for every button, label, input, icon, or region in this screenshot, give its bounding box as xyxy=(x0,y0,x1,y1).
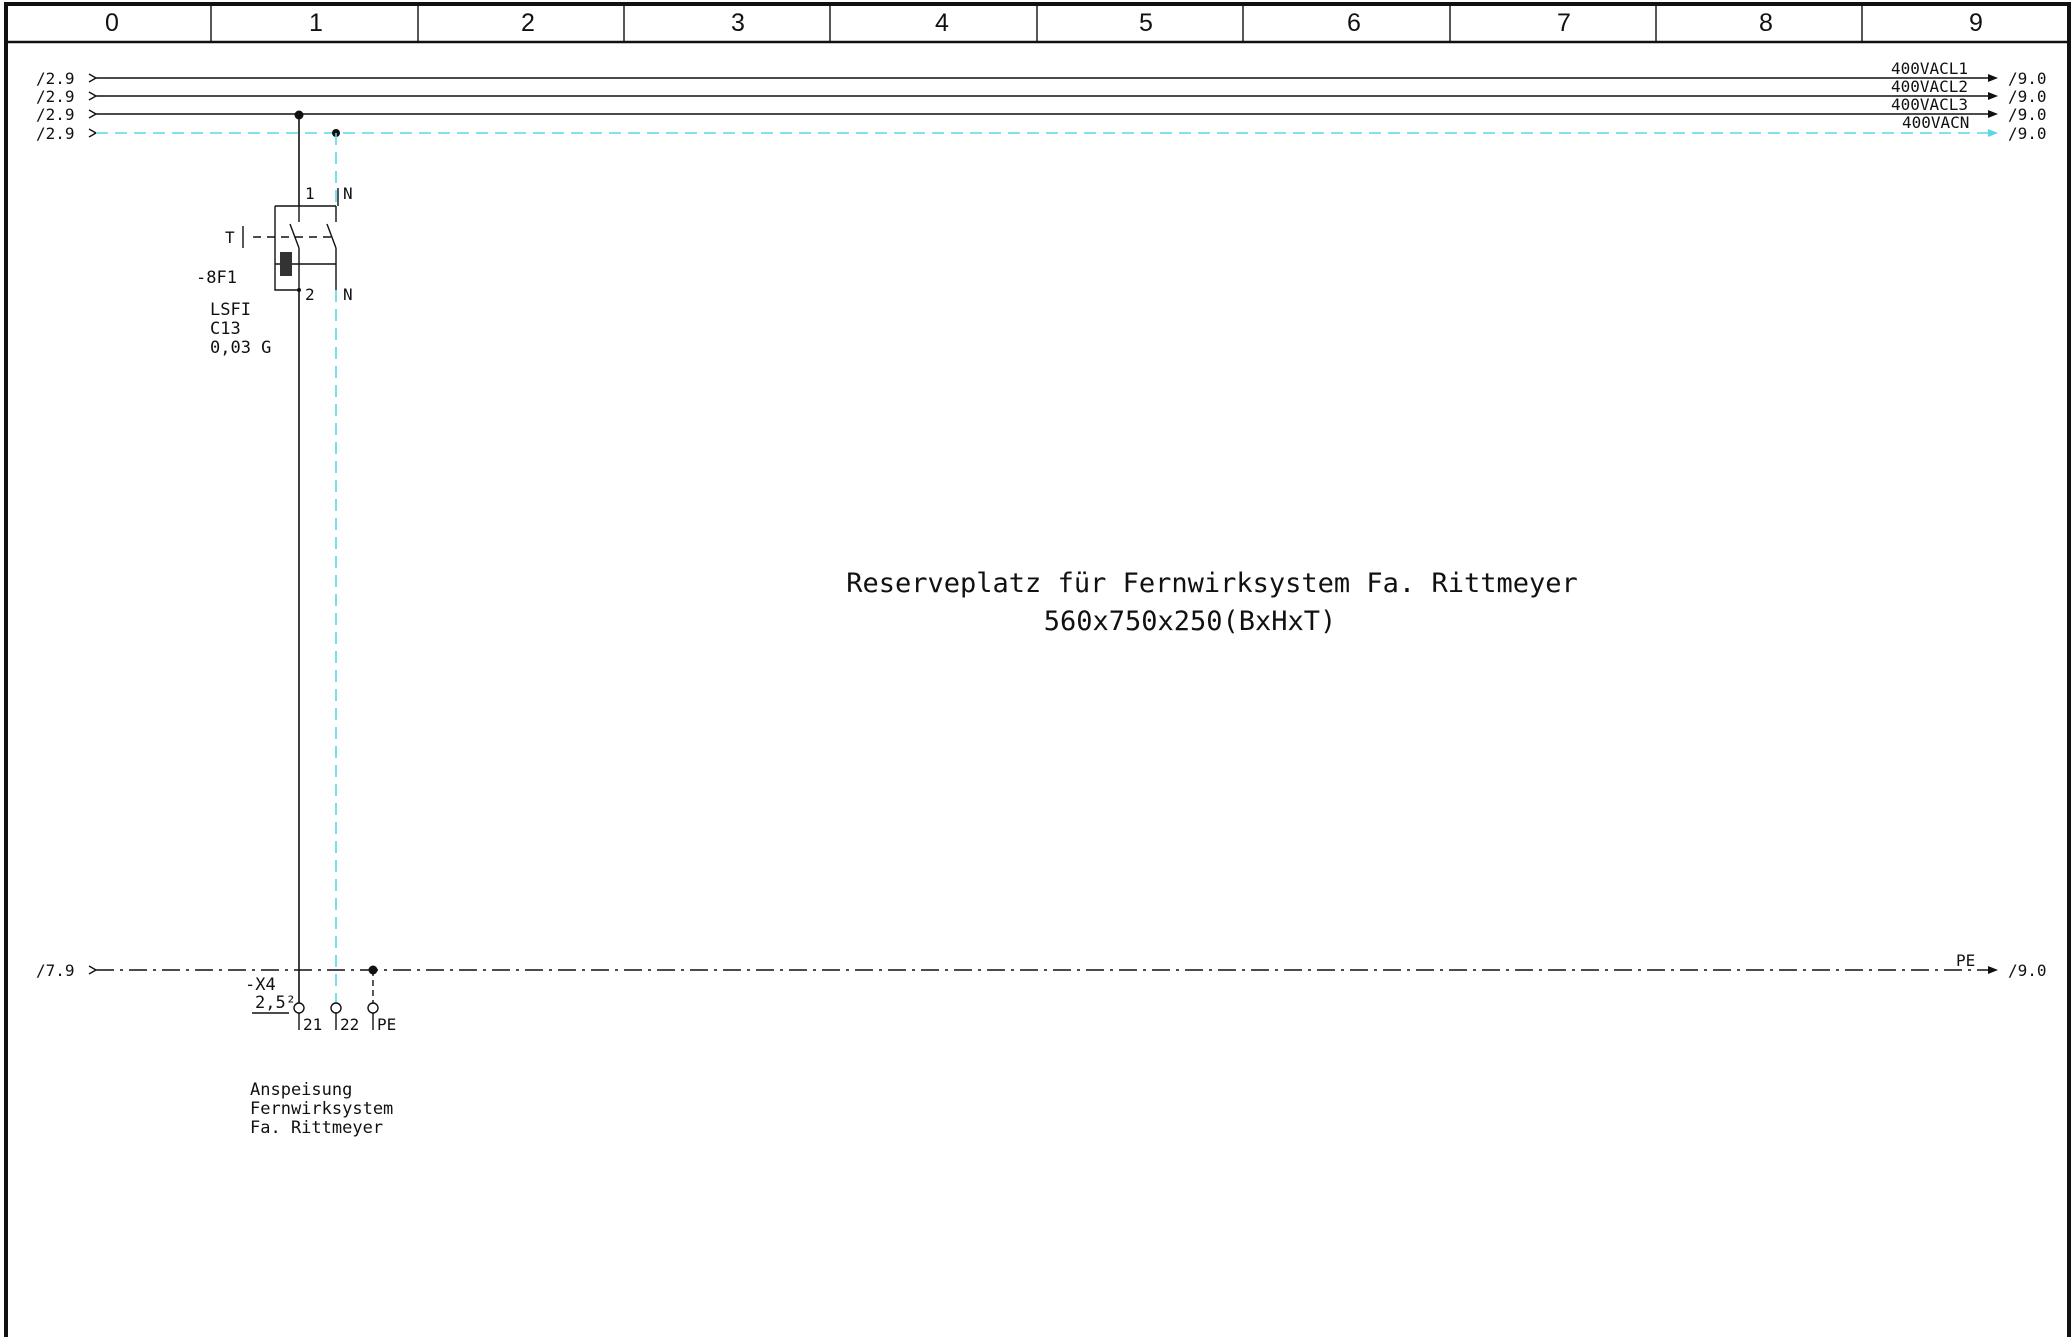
busbar-n-signal: 400VACN xyxy=(1902,113,1969,132)
pe-bus-from-ref: /7.9 xyxy=(36,961,75,980)
feed-note: Anspeisung Fernwirksystem Fa. Rittmeyer xyxy=(250,1080,393,1138)
busbar-l3-to-ref: /9.0 xyxy=(2008,105,2047,124)
column-number-7: 7 xyxy=(1557,9,1571,37)
busbar-l2-signal: 400VACL2 xyxy=(1891,77,1968,96)
rcbo-breaker-symbol: 1 N T 2 N xyxy=(225,184,353,304)
breaker-rating: C13 xyxy=(210,319,241,339)
breaker-pin-2: 2 xyxy=(305,285,315,304)
breaker-type: LSFI xyxy=(210,300,251,320)
column-number-0: 0 xyxy=(105,9,119,37)
busbar-n: /2.9 400VACN /9.0 xyxy=(36,113,2047,143)
busbar-n-in-arrow xyxy=(88,128,98,138)
breaker-pin-n-top: N xyxy=(343,184,353,203)
column-number-5: 5 xyxy=(1139,9,1153,37)
breaker-output-dot xyxy=(297,288,301,292)
column-number-9: 9 xyxy=(1969,9,1983,37)
busbar-l1: /2.9 400VACL1 /9.0 xyxy=(36,59,2047,88)
busbar-l3-in-arrow xyxy=(88,109,98,119)
column-number-2: 2 xyxy=(521,9,535,37)
busbar-l3-signal: 400VACL3 xyxy=(1891,95,1968,114)
terminal-pin-22: 22 xyxy=(340,1015,359,1034)
busbar-l3-from-ref: /2.9 xyxy=(36,105,75,124)
busbar-l1-signal: 400VACL1 xyxy=(1891,59,1968,78)
pe-bus: /7.9 PE /9.0 xyxy=(36,951,2047,980)
column-number-6: 6 xyxy=(1347,9,1361,37)
feed-circuit-wires xyxy=(298,115,337,1004)
column-number-8: 8 xyxy=(1759,9,1773,37)
schematic-sheet: 0 1 2 3 4 5 6 7 8 9 /2.9 400VACL1 /9.0 /… xyxy=(4,2,2071,1337)
pe-bus-signal: PE xyxy=(1956,951,1975,970)
breaker-labels: -8F1 LSFI C13 0,03 G xyxy=(196,268,271,358)
busbar-l2-out-arrow xyxy=(1988,92,1998,100)
column-dividers xyxy=(210,4,1863,42)
column-number-3: 3 xyxy=(731,9,745,37)
terminal-pin-pe: PE xyxy=(377,1015,396,1034)
busbar-n-from-ref: /2.9 xyxy=(36,124,75,143)
busbar-l1-to-ref: /9.0 xyxy=(2008,69,2047,88)
busbar-l2-to-ref: /9.0 xyxy=(2008,87,2047,106)
terminal-designation: -X4 xyxy=(245,975,276,995)
breaker-pin-n-bottom: N xyxy=(343,285,353,304)
pe-bus-to-ref: /9.0 xyxy=(2008,961,2047,980)
contact-n-blade xyxy=(326,223,337,249)
busbar-l3: /2.9 400VACL3 /9.0 xyxy=(36,95,2047,124)
terminal-cross-section: 2,5² xyxy=(255,993,296,1013)
busbar-l1-out-arrow xyxy=(1988,74,1998,82)
pe-bus-out-arrow xyxy=(1988,966,1998,974)
reserve-note: Reserveplatz für Fernwirksystem Fa. Ritt… xyxy=(846,568,1578,637)
terminal-pe-icon xyxy=(367,1002,379,1014)
column-header: 0 1 2 3 4 5 6 7 8 9 xyxy=(105,9,1983,37)
breaker-test-label: T xyxy=(225,228,235,247)
busbar-l2-from-ref: /2.9 xyxy=(36,87,75,106)
terminal-21-icon xyxy=(293,1002,305,1014)
breaker-sensitivity: 0,03 G xyxy=(210,338,271,358)
feed-note-line3: Fa. Rittmeyer xyxy=(250,1118,383,1138)
contact-l-blade xyxy=(289,223,300,249)
column-number-1: 1 xyxy=(309,9,323,37)
reserve-note-line2: 560x750x250(BxHxT) xyxy=(1044,606,1337,637)
busbar-l2-in-arrow xyxy=(88,91,98,101)
reserve-note-line1: Reserveplatz für Fernwirksystem Fa. Ritt… xyxy=(846,568,1578,599)
breaker-pin-1: 1 xyxy=(305,184,315,203)
column-number-4: 4 xyxy=(935,9,949,37)
busbar-l3-out-arrow xyxy=(1988,110,1998,118)
breaker-left-bracket xyxy=(274,206,299,291)
feed-note-line1: Anspeisung xyxy=(250,1080,352,1100)
trip-coil-icon xyxy=(280,252,292,276)
busbar-l1-from-ref: /2.9 xyxy=(36,69,75,88)
breaker-designation: -8F1 xyxy=(196,268,237,288)
busbar-n-out-arrow xyxy=(1988,129,1998,137)
pe-bus-in-arrow xyxy=(88,965,98,975)
feed-note-line2: Fernwirksystem xyxy=(250,1099,393,1119)
terminal-22-icon xyxy=(330,1002,342,1014)
busbar-l2: /2.9 400VACL2 /9.0 xyxy=(36,77,2047,106)
busbar-l1-in-arrow xyxy=(88,73,98,83)
busbar-n-to-ref: /9.0 xyxy=(2008,124,2047,143)
terminal-pin-21: 21 xyxy=(303,1015,322,1034)
